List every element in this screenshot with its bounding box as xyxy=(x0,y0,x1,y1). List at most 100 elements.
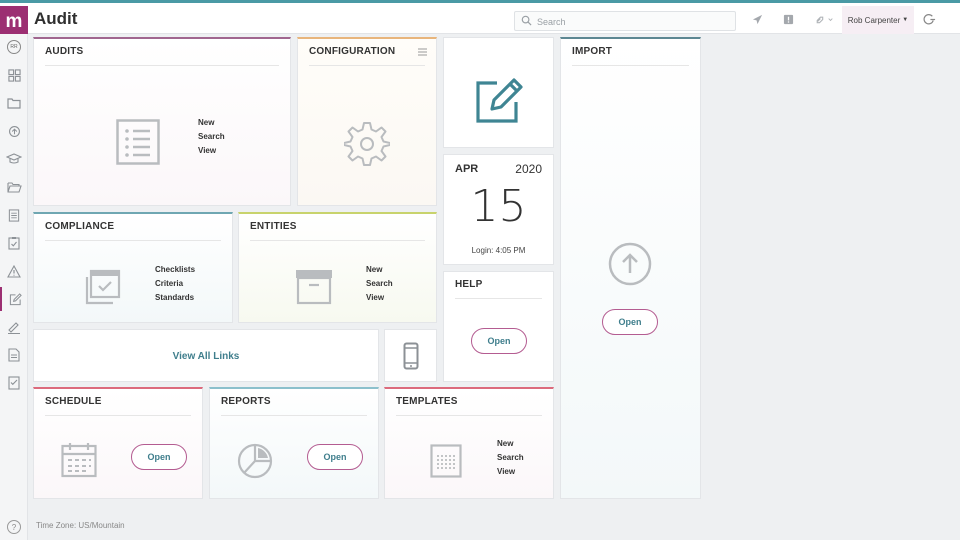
list-icon xyxy=(8,208,20,222)
entities-link-view[interactable]: View xyxy=(366,291,393,305)
calendar-tile: APR 2020 15 Login: 4:05 PM xyxy=(443,154,554,265)
tile-title: REPORTS xyxy=(221,396,271,407)
refresh-cycle-icon xyxy=(8,125,20,137)
templates-link-new[interactable]: New xyxy=(497,437,524,451)
alert-icon[interactable] xyxy=(783,14,794,25)
compliance-tile: COMPLIANCE Checklists Criteria Standards xyxy=(33,212,233,323)
divider xyxy=(45,240,221,241)
search-box[interactable] xyxy=(514,11,736,31)
audits-links: New Search View xyxy=(198,116,225,158)
mobile-phone-icon xyxy=(403,342,419,370)
help-tile: HELP Open xyxy=(443,271,554,382)
sidebar-item-clipboard[interactable] xyxy=(0,231,28,255)
audits-link-view[interactable]: View xyxy=(198,144,225,158)
help-icon[interactable]: ? xyxy=(7,520,21,534)
document-icon xyxy=(8,348,20,362)
tile-title: SCHEDULE xyxy=(45,396,102,407)
link-dropdown-icon[interactable] xyxy=(815,14,835,25)
page-title: Audit xyxy=(34,9,78,28)
folder-icon xyxy=(7,98,21,109)
templates-links: New Search View xyxy=(497,437,524,479)
sidebar-avatar[interactable]: RR xyxy=(0,35,28,59)
mobile-tile[interactable] xyxy=(384,329,437,382)
entities-link-search[interactable]: Search xyxy=(366,277,393,291)
compliance-link-standards[interactable]: Standards xyxy=(155,291,195,305)
sidebar-item-warning[interactable] xyxy=(0,259,28,283)
sidebar-item-open-folder[interactable] xyxy=(0,175,28,199)
compliance-links: Checklists Criteria Standards xyxy=(155,263,195,305)
sidebar-item-training[interactable] xyxy=(0,147,28,171)
sidebar-item-checklist[interactable] xyxy=(0,371,28,395)
view-all-links-tile: View All Links xyxy=(33,329,379,382)
warning-icon xyxy=(7,264,21,278)
import-tile: IMPORT Open xyxy=(560,37,701,499)
sidebar-item-signature[interactable] xyxy=(0,315,28,339)
calendar-icon xyxy=(61,443,97,478)
schedule-tile: SCHEDULE Open xyxy=(33,387,203,499)
divider xyxy=(45,415,191,416)
divider xyxy=(250,240,425,241)
menu-icon[interactable] xyxy=(418,48,427,56)
gear-icon xyxy=(344,122,390,166)
audits-link-new[interactable]: New xyxy=(198,116,225,130)
avatar: RR xyxy=(7,40,21,54)
sidebar-item-folder[interactable] xyxy=(0,91,28,115)
view-all-links[interactable]: View All Links xyxy=(34,351,378,362)
sidebar-item-dashboard[interactable] xyxy=(0,63,28,87)
search-input[interactable] xyxy=(537,14,727,29)
divider xyxy=(396,415,542,416)
tile-title: ENTITIES xyxy=(250,221,297,232)
edit-icon xyxy=(476,78,523,123)
logout-icon[interactable] xyxy=(923,13,936,26)
dashboard-icon xyxy=(7,68,21,82)
templates-link-search[interactable]: Search xyxy=(497,451,524,465)
login-time: Login: 4:05 PM xyxy=(471,246,526,255)
tile-title: HELP xyxy=(455,279,483,290)
divider xyxy=(572,65,689,66)
top-bar: m Audit Rob Carpenter▼ xyxy=(0,0,960,37)
pie-chart-icon xyxy=(237,443,273,479)
open-folder-icon xyxy=(6,182,22,193)
sidebar-item-document[interactable] xyxy=(0,343,28,367)
send-icon[interactable] xyxy=(752,14,763,25)
tile-title: IMPORT xyxy=(572,46,613,57)
graduation-cap-icon xyxy=(6,153,22,164)
audits-link-search[interactable]: Search xyxy=(198,130,225,144)
templates-tile: TEMPLATES New Search View xyxy=(384,387,554,499)
sidebar-item-list[interactable] xyxy=(0,203,28,227)
upload-arrow-icon xyxy=(608,242,652,286)
search-icon xyxy=(521,15,532,26)
sidebar: RR ? xyxy=(0,34,28,540)
calendar-year: 2020 xyxy=(515,162,542,176)
compliance-link-checklists[interactable]: Checklists xyxy=(155,263,195,277)
divider xyxy=(455,298,542,299)
configuration-tile: CONFIGURATION xyxy=(297,37,437,206)
template-grid-icon xyxy=(430,444,462,478)
calendar-month: APR xyxy=(455,163,479,175)
entities-link-new[interactable]: New xyxy=(366,263,393,277)
audits-tile: AUDITS New Search View xyxy=(33,37,291,206)
divider xyxy=(309,65,425,66)
signature-icon xyxy=(8,321,20,334)
caret-down-icon: ▼ xyxy=(902,17,909,23)
tile-title: COMPLIANCE xyxy=(45,221,115,232)
import-open-button[interactable]: Open xyxy=(602,309,658,335)
edit-tile[interactable] xyxy=(443,37,554,148)
templates-link-view[interactable]: View xyxy=(497,465,524,479)
help-open-button[interactable]: Open xyxy=(471,328,527,354)
clipboard-check-icon xyxy=(8,237,20,250)
app-logo[interactable]: m xyxy=(0,6,28,37)
schedule-open-button[interactable]: Open xyxy=(131,444,187,470)
tile-title: CONFIGURATION xyxy=(309,46,396,57)
user-name: Rob Carpenter xyxy=(847,15,901,25)
sidebar-item-audit[interactable] xyxy=(0,287,28,311)
edit-icon xyxy=(9,292,22,305)
reports-open-button[interactable]: Open xyxy=(307,444,363,470)
calendar-day: 15 xyxy=(470,181,527,232)
entities-links: New Search View xyxy=(366,263,393,305)
sidebar-item-cycle[interactable] xyxy=(0,119,28,143)
divider xyxy=(45,65,279,66)
user-menu[interactable]: Rob Carpenter ▼ xyxy=(842,6,914,34)
compliance-link-criteria[interactable]: Criteria xyxy=(155,277,195,291)
checklist-icon xyxy=(8,376,20,390)
